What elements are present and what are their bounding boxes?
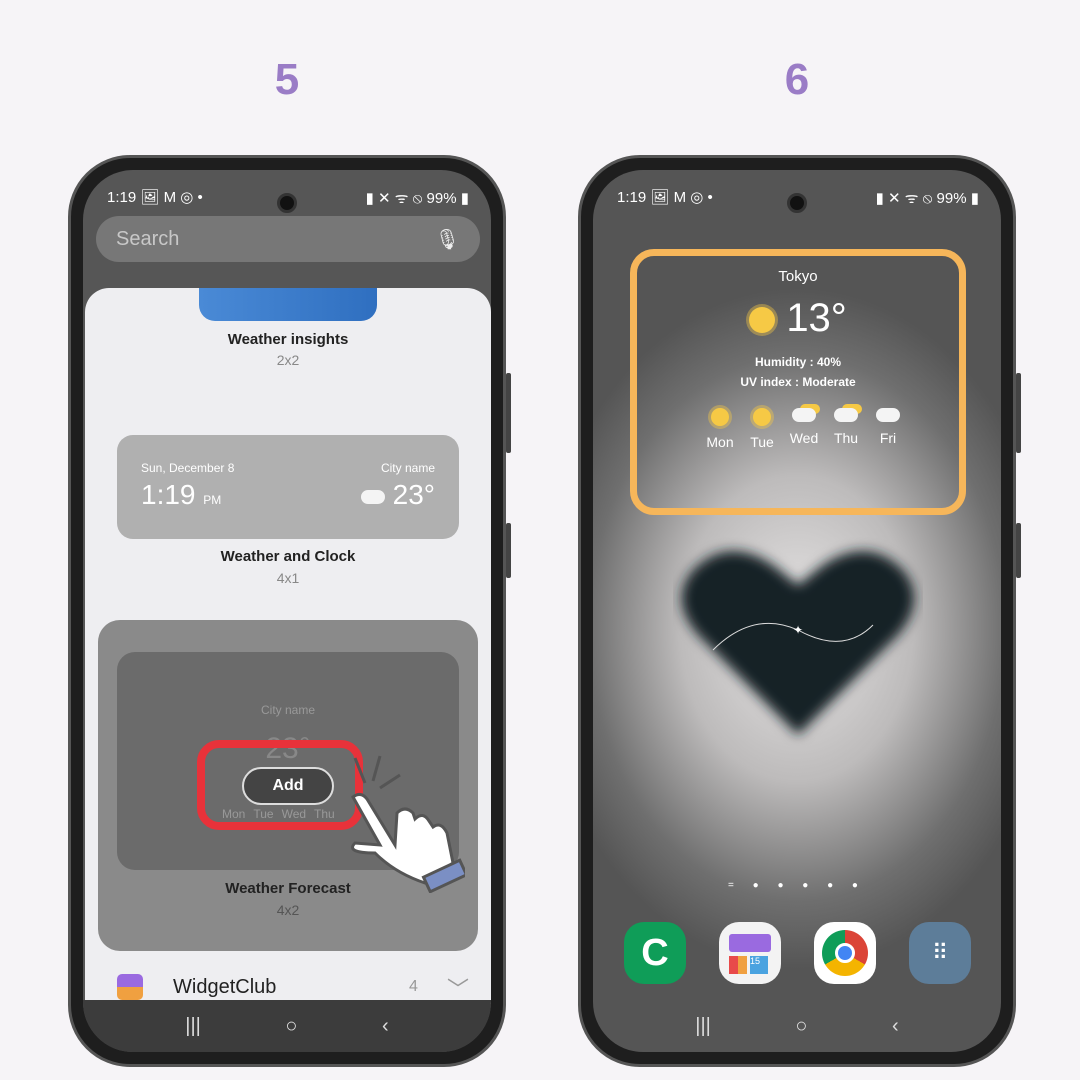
camera-icon: [787, 193, 807, 213]
partly-cloudy-icon: [834, 408, 858, 422]
forecast-day: Fri: [867, 408, 909, 450]
clock-time: 1:19: [141, 479, 196, 510]
notification-icons: 🖼 M ◎ •: [140, 189, 203, 206]
step-number-5: 5: [274, 55, 300, 104]
sun-icon: [711, 408, 729, 426]
clock-ampm: PM: [203, 493, 222, 507]
navigation-bar: ||| ○ ‹: [83, 1000, 491, 1052]
partly-cloudy-icon: [360, 490, 385, 504]
status-icons: ▮ ✕ ᯤ ⦸: [875, 190, 937, 207]
back-button[interactable]: ‹: [892, 1015, 899, 1038]
forecast-day: Tue: [741, 408, 783, 450]
day-label: Tue: [750, 434, 774, 450]
forecast-day: Mon: [699, 408, 741, 450]
city-name: City name: [260, 703, 316, 717]
weather-clock-preview[interactable]: Sun, December 8 1:19 PM City name 23°: [117, 435, 459, 539]
day-label: Thu: [833, 430, 859, 446]
temperature: 13°: [786, 296, 847, 340]
widget-size: 4x2: [276, 902, 300, 918]
weather-insights-preview[interactable]: [199, 288, 377, 321]
weather-widget[interactable]: Tokyo 13° Humidity : 40% UV index : Mode…: [630, 249, 966, 515]
widget-picker-screen: 1:19 🖼 M ◎ • ▮ ✕ ᯤ ⦸ 99% ▮ Search 🎙 Weat…: [83, 170, 491, 1052]
microphone-icon[interactable]: 🎙: [435, 227, 460, 252]
apps-drawer-icon[interactable]: ⠿: [909, 922, 971, 984]
camera-icon: [277, 193, 297, 213]
widget-name: Weather and Clock: [220, 548, 356, 565]
sun-icon: [749, 307, 776, 334]
widget-size: 2x2: [276, 352, 300, 368]
chrome-app-icon[interactable]: [814, 922, 876, 984]
forecast-day: Thu: [825, 408, 867, 450]
day-label: Wed: [789, 430, 819, 446]
step-number-6: 6: [784, 55, 810, 104]
sun-icon: [753, 408, 771, 426]
temperature: 23°: [392, 479, 435, 510]
add-button[interactable]: Add: [242, 767, 334, 805]
widget-count: 4: [409, 978, 418, 995]
city-name: City name: [380, 461, 435, 475]
day-label: Mon: [706, 434, 734, 450]
app-name[interactable]: WidgetClub: [173, 976, 276, 999]
widget-name: Weather insights: [227, 331, 349, 348]
widgetclub-app-icon[interactable]: 15: [719, 922, 781, 984]
back-button[interactable]: ‹: [382, 1015, 389, 1038]
cloud-icon: [876, 408, 900, 422]
search-placeholder: Search: [116, 227, 180, 250]
phone-right: 1:19 🖼 M ◎ • ▮ ✕ ᯤ ⦸ 99% ▮ Tokyo 13° Hum…: [578, 155, 1021, 1067]
clock-date: Sun, December 8: [141, 461, 235, 475]
widget-size: 4x1: [276, 570, 300, 586]
navigation-bar: ||| ○ ‹: [593, 1000, 1001, 1052]
svg-text:✦: ✦: [793, 623, 803, 637]
widget-list[interactable]: Weather insights 2x2 Sun, December 8 1:1…: [85, 288, 491, 1004]
status-icons: ▮ ✕ ᯤ ⦸: [365, 190, 427, 207]
recents-button[interactable]: |||: [185, 1015, 201, 1038]
phone-app-icon[interactable]: C: [624, 922, 686, 984]
battery-level: 99%: [426, 190, 457, 207]
forecast-day: Wed: [783, 408, 825, 450]
home-button[interactable]: ○: [285, 1015, 297, 1038]
phone-left: 1:19 🖼 M ◎ • ▮ ✕ ᯤ ⦸ 99% ▮ Search 🎙 Weat…: [68, 155, 511, 1067]
recents-button[interactable]: |||: [695, 1015, 711, 1038]
search-input[interactable]: Search 🎙: [96, 216, 480, 262]
heart-wallpaper-graphic: ✦: [681, 551, 915, 735]
partly-cloudy-icon: [792, 408, 816, 422]
battery-level: 99%: [936, 190, 967, 207]
day-label: Fri: [879, 430, 897, 446]
home-button[interactable]: ○: [795, 1015, 807, 1038]
widgetclub-app-icon: [117, 974, 143, 1000]
uv-index: UV index : Moderate: [740, 375, 856, 389]
tap-hand-icon: [351, 755, 465, 893]
page-indicator[interactable]: = ● ● ● ● ●: [593, 880, 1001, 891]
city-name: Tokyo: [778, 268, 818, 285]
status-time: 1:19: [107, 189, 137, 206]
status-time: 1:19: [617, 189, 647, 206]
humidity: Humidity : 40%: [754, 355, 841, 369]
widgetclub-badge: 15: [750, 956, 768, 974]
home-screen: 1:19 🖼 M ◎ • ▮ ✕ ᯤ ⦸ 99% ▮ Tokyo 13° Hum…: [593, 170, 1001, 1052]
notification-icons: 🖼 M ◎ •: [650, 189, 713, 206]
